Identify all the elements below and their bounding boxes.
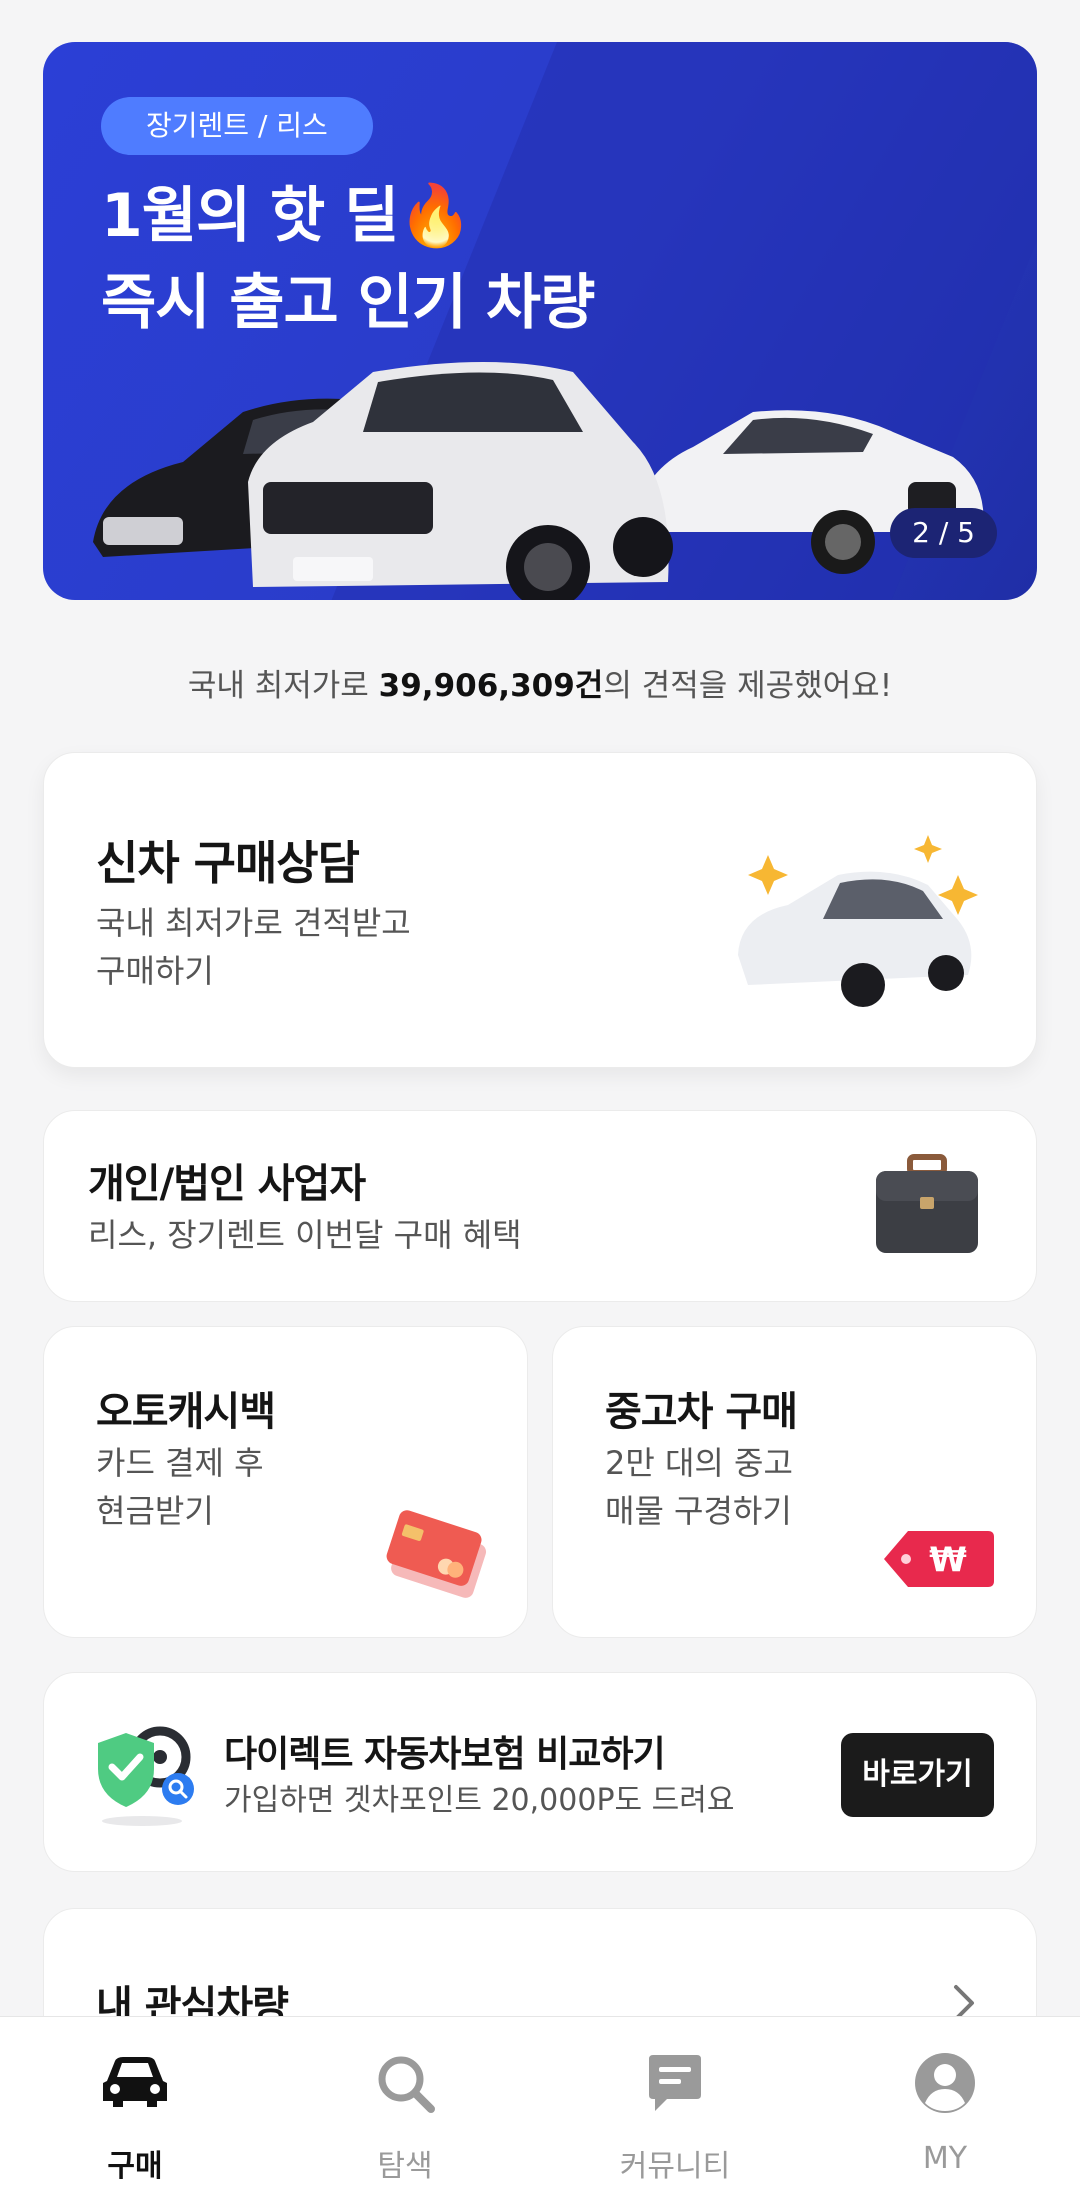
credit-card-icon: [386, 1510, 487, 1598]
used-sub-1: 2만 대의 중고: [605, 1444, 793, 1482]
stats-suffix: 의 견적을 제공했어요!: [603, 668, 893, 704]
new-car-sub-2: 구매하기: [96, 952, 214, 990]
quote-stats-text: 국내 최저가로 39,906,309건의 견적을 제공했어요!: [0, 660, 1080, 705]
tab-my-label: MY: [922, 2141, 968, 2176]
banner-headline-2: 즉시 출고 인기 차량: [101, 268, 595, 338]
stats-prefix: 국내 최저가로: [187, 668, 379, 704]
business-buyer-card[interactable]: 개인/법인 사업자 리스, 장기렌트 이번달 구매 혜택: [43, 1110, 1037, 1302]
used-sub-2: 매물 구경하기: [605, 1492, 792, 1530]
used-title: 중고차 구매: [605, 1389, 798, 1435]
new-car-consult-card[interactable]: 신차 구매상담 국내 최저가로 견적받고 구매하기: [43, 752, 1037, 1068]
banner-headline-1: 1월의 핫 딜🔥: [101, 181, 473, 251]
banner-cars-image: [93, 362, 984, 600]
banner-tag: 장기렌트 / 리스: [101, 97, 373, 155]
promo-banner[interactable]: 장기렌트 / 리스 1월의 핫 딜🔥 즉시 출고 인기 차량 2 / 5: [43, 42, 1037, 600]
tab-purchase[interactable]: 구매: [0, 2017, 270, 2200]
user-icon: [915, 2053, 975, 2113]
cashback-title: 오토캐시백: [96, 1389, 276, 1435]
briefcase-icon: [876, 1154, 978, 1253]
insurance-sub: 가입하면 겟차포인트 20,000P도 드려요: [224, 1783, 735, 1818]
tab-purchase-label: 구매: [107, 2149, 163, 2184]
tab-explore-label: 탐색: [377, 2149, 433, 2184]
used-car-card[interactable]: 중고차 구매 2만 대의 중고 매물 구경하기 ₩: [552, 1326, 1037, 1638]
chat-icon: [649, 2055, 701, 2111]
price-tag-icon: ₩: [884, 1531, 994, 1587]
stats-count: 39,906,309건: [378, 668, 604, 704]
tab-my[interactable]: MY: [810, 2017, 1080, 2200]
business-title: 개인/법인 사업자: [88, 1161, 366, 1207]
cashback-sub-2: 현금받기: [96, 1492, 214, 1530]
bottom-tab-bar: 구매 탐색 커뮤니티 MY: [0, 2016, 1080, 2200]
insurance-title: 다이렉트 자동차보험 비교하기: [224, 1734, 666, 1775]
new-car-sub-1: 국내 최저가로 견적받고: [96, 904, 411, 942]
shield-steering-icon: [98, 1726, 194, 1826]
banner-page-indicator: 2 / 5: [890, 508, 997, 558]
direct-insurance-card[interactable]: 다이렉트 자동차보험 비교하기 가입하면 겟차포인트 20,000P도 드려요 …: [43, 1672, 1037, 1872]
car-icon: [103, 2057, 167, 2107]
tab-community[interactable]: 커뮤니티: [540, 2017, 810, 2200]
svg-text:₩: ₩: [929, 1540, 967, 1580]
go-button[interactable]: 바로가기: [841, 1733, 994, 1817]
white-car-sparkle-icon: [738, 835, 978, 1007]
tab-community-label: 커뮤니티: [619, 2149, 731, 2184]
auto-cashback-card[interactable]: 오토캐시백 카드 결제 후 현금받기: [43, 1326, 528, 1638]
tab-explore[interactable]: 탐색: [270, 2017, 540, 2200]
new-car-title: 신차 구매상담: [96, 836, 360, 890]
cashback-sub-1: 카드 결제 후: [96, 1444, 264, 1482]
search-icon: [378, 2056, 435, 2113]
business-sub: 리스, 장기렌트 이번달 구매 혜택: [88, 1216, 522, 1254]
